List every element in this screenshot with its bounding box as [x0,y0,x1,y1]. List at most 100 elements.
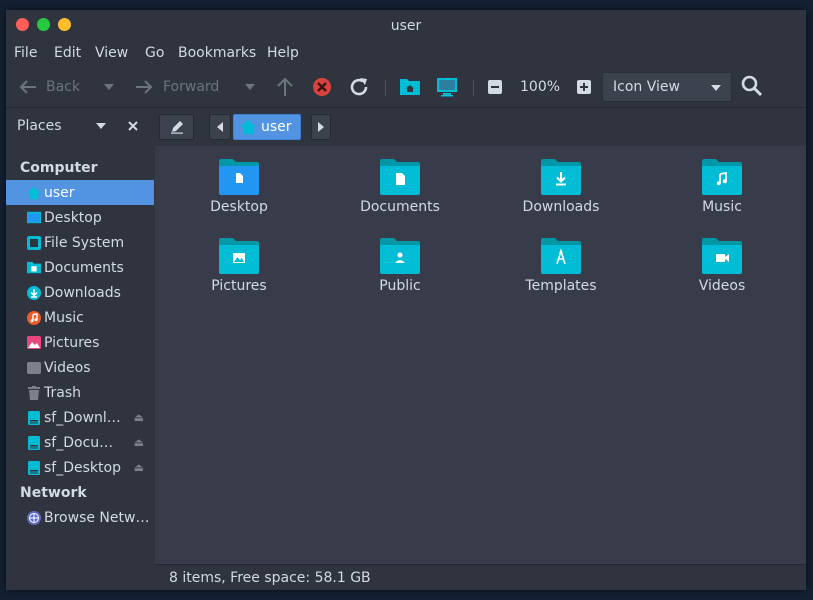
arrow-right-icon [136,80,153,94]
sidebar-item-music[interactable]: Music [6,305,154,330]
menu-bookmarks[interactable]: Bookmarks [178,45,256,61]
sidebar-item-desktop[interactable]: Desktop [6,205,154,230]
close-sidebar-icon[interactable] [128,121,138,131]
sidebar-item-documents[interactable]: Documents [6,255,154,280]
back-history-dropdown[interactable] [104,75,114,99]
menu-help[interactable]: Help [267,45,299,61]
eject-icon[interactable]: ⏏ [134,436,144,449]
path-segment-label: user [261,119,292,135]
sidebar-item-label: user [44,184,75,201]
pencil-icon [170,121,183,134]
view-mode-select[interactable]: Icon View [602,72,732,102]
path-segment-user[interactable]: user [233,114,301,140]
documents-folder-icon [27,261,41,275]
person-folder-icon [380,238,420,274]
download-folder-icon [541,159,581,195]
sidebar-category-network: Network [20,485,87,501]
drive-icon [27,435,41,450]
up-button[interactable] [276,75,294,99]
zoom-level: 100% [520,79,561,95]
sidebar-item-label: Documents [44,259,124,276]
arrow-left-icon [19,80,36,94]
sidebar-item-pictures[interactable]: Pictures [6,330,154,355]
sidebar-item-filesystem[interactable]: File System [6,230,154,255]
sidebar-item-sf-downloads[interactable]: sf_Downl… ⏏ [6,405,154,430]
eject-icon[interactable]: ⏏ [134,411,144,424]
sidebar-item-sf-documents[interactable]: sf_Docu… ⏏ [6,430,154,455]
menu-edit[interactable]: Edit [54,45,81,61]
eject-icon[interactable]: ⏏ [134,461,144,474]
home-folder-icon [400,79,420,95]
main-pane: user Desktop Documents Downloads Music Pictu… [155,108,806,564]
folder-item-desktop[interactable]: Desktop [169,159,309,215]
window-title: user [390,18,422,34]
menu-view[interactable]: View [95,45,128,61]
pictures-icon [27,336,41,350]
toolbar-separator [385,80,386,96]
filesystem-icon [27,235,41,250]
titlebar[interactable]: user [6,10,806,42]
folder-item-downloads[interactable]: Downloads [491,159,631,215]
menu-file[interactable]: File [14,45,37,61]
menu-go[interactable]: Go [145,45,164,61]
folder-item-templates[interactable]: Templates [491,238,631,294]
stop-button[interactable] [312,75,332,99]
home-icon [27,186,41,200]
back-button[interactable]: Back [18,75,80,99]
file-manager-window: user File Edit View Go Bookmarks Help Ba… [6,10,806,590]
drive-icon [27,460,41,475]
picture-folder-icon [219,238,259,274]
folder-item-pictures[interactable]: Pictures [169,238,309,294]
path-scroll-left-button[interactable] [209,114,231,140]
folder-item-videos[interactable]: Videos [652,238,792,294]
folder-label: Templates [525,278,597,294]
template-folder-icon [541,238,581,274]
sidebar-item-downloads[interactable]: Downloads [6,280,154,305]
folder-item-documents[interactable]: Documents [330,159,470,215]
icon-view[interactable]: Desktop Documents Downloads Music Pictures Pu… [155,146,806,564]
caret-down-icon [245,84,255,90]
forward-button[interactable]: Forward [134,75,219,99]
back-label: Back [46,79,80,95]
sidebar-item-label: sf_Desktop [44,459,121,476]
computer-button[interactable] [436,75,458,99]
menubar: File Edit View Go Bookmarks Help [6,42,806,66]
folder-label: Desktop [210,199,268,215]
folder-label: Downloads [522,199,600,215]
folder-label: Pictures [211,278,267,294]
sidebar-item-label: Browse Netw… [44,509,150,526]
sidebar-item-sf-desktop[interactable]: sf_Desktop ⏏ [6,455,154,480]
folder-label: Public [379,278,421,294]
sidebar-item-user[interactable]: user [6,180,154,205]
music-icon [27,310,41,325]
caret-down-icon [104,84,114,90]
sidebar-item-label: Pictures [44,334,100,351]
forward-label: Forward [163,79,220,95]
reload-button[interactable] [348,75,370,99]
video-folder-icon [702,238,742,274]
sidebar-item-trash[interactable]: Trash [6,380,154,405]
folder-item-music[interactable]: Music [652,159,792,215]
folder-item-public[interactable]: Public [330,238,470,294]
edit-location-button[interactable] [159,114,194,140]
network-icon [27,510,41,525]
zoom-in-button[interactable] [577,75,591,99]
sidebar-item-label: sf_Downl… [44,409,121,426]
sidebar-category-computer: Computer [20,160,98,176]
search-button[interactable] [740,74,764,98]
folder-label: Documents [360,199,440,215]
forward-history-dropdown[interactable] [245,75,255,99]
sidebar-item-label: Desktop [44,209,102,226]
home-folder-button[interactable] [399,75,421,99]
sidebar-mode-dropdown-icon[interactable] [96,123,106,129]
path-scroll-right-button[interactable] [311,114,331,140]
zoom-out-button[interactable] [488,75,502,99]
view-mode-value: Icon View [613,79,680,95]
sidebar-item-browse-network[interactable]: Browse Netw… [6,505,154,530]
sidebar-item-videos[interactable]: Videos [6,355,154,380]
music-folder-icon [702,159,742,195]
folder-label: Music [702,199,742,215]
status-text: 8 items, Free space: 58.1 GB [169,569,371,586]
reload-icon [350,78,368,96]
sidebar-header: Places [6,108,154,142]
